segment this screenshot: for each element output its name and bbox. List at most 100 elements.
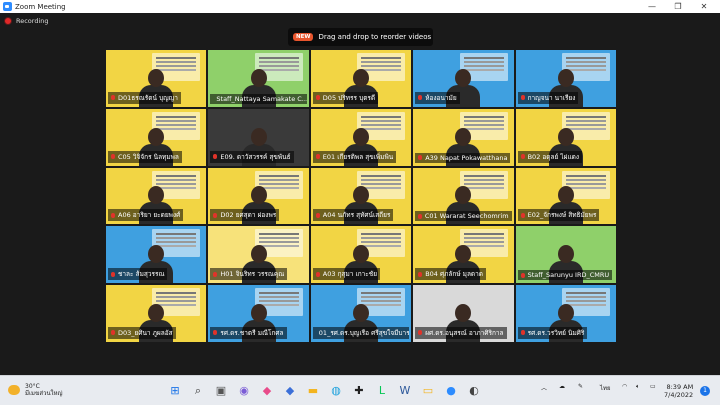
participant-tile[interactable]: D05 ปริทรร บุตรดี — [310, 50, 412, 107]
participant-name: D01ธรณรัตน์ บุญญา — [118, 93, 178, 102]
participant-name-label: A39 Napat Pokawatthana — [415, 152, 511, 163]
participant-name: ห้องอนามัย — [425, 93, 457, 102]
zoom-icon[interactable]: ● — [444, 384, 458, 398]
participant-tile[interactable]: ชาละ ส้มสุวรรณ — [106, 226, 207, 284]
participant-name-label: ผศ.ดร.อนุสรณ์ อาภาศิริกาล — [415, 326, 507, 339]
muted-mic-icon — [213, 271, 218, 277]
participant-name: E01 เกียรติพล สุขเพิ่มพิน — [322, 152, 394, 161]
participant-name: 01_รศ.ดร.บุญเรือ ศรีสุขใจมีบาร... — [318, 328, 410, 337]
windows-start-icon[interactable]: ⊞ — [168, 384, 182, 398]
participant-name: Staff_Sarunyu IRD_CMRU — [527, 271, 610, 280]
participant-name: รศ.ดร.วรวิทย์ นิมศิริ — [527, 328, 585, 337]
participant-name-label: A03 กุสุมา เกาะชัย — [312, 268, 381, 281]
participant-name-label: E01 เกียรติพล สุขเพิ่มพิน — [312, 150, 397, 163]
notification-badge[interactable]: 1 — [700, 386, 710, 396]
participant-tile[interactable]: B04 ศุภลักษ์ มุลดาด — [413, 226, 514, 284]
muted-mic-icon — [315, 212, 320, 218]
participant-name-label: D03_ยศินา ภูผลอัส — [108, 326, 176, 339]
participant-name: A06 อาริยา ยะดยพงศ์ — [118, 211, 181, 220]
search-icon[interactable]: ⌕ — [191, 384, 205, 398]
participant-name-label: รศ.ดร.วรวิทย์ นิมศิริ — [517, 326, 588, 339]
participant-tile[interactable]: ผศ.ดร.อนุสรณ์ อาภาศิริกาล — [413, 285, 514, 342]
participant-name-label: Staff_Sarunyu IRD_CMRU — [517, 270, 613, 281]
participant-name-label: 01_รศ.ดร.บุญเรือ ศรีสุขใจมีบาร... — [312, 326, 410, 339]
wifi-icon[interactable]: ◠ — [622, 383, 627, 390]
muted-mic-icon — [213, 330, 218, 336]
clock-time: 8:39 AM — [666, 383, 694, 391]
chat-icon[interactable]: ◉ — [237, 384, 251, 398]
battery-icon[interactable]: ▭ — [650, 383, 656, 390]
participant-name: ผศ.ดร.อนุสรณ์ อาภาศิริกาล — [425, 328, 504, 337]
participant-tile[interactable]: A06 อาริยา ยะดยพงศ์ — [106, 167, 207, 225]
app-icon-3[interactable]: ✚ — [352, 384, 366, 398]
line-icon[interactable]: L — [375, 384, 389, 398]
participant-tile[interactable]: D02 ยศสุดา ผ่องพร — [208, 167, 309, 225]
participant-tile[interactable]: C05 วิจิจักร นิลทุมพล — [106, 108, 207, 166]
participant-tile[interactable]: ห้องอนามัย — [413, 50, 514, 107]
muted-mic-icon — [213, 154, 218, 160]
participant-name: D02 ยศสุดา ผ่องพร — [220, 211, 277, 220]
participant-name-label: C05 วิจิจักร นิลทุมพล — [108, 150, 182, 163]
participant-name-label: B04 ศุภลักษ์ มุลดาด — [415, 268, 487, 281]
participant-tile[interactable]: E01 เกียรติพล สุขเพิ่มพิน — [310, 108, 412, 166]
close-icon[interactable]: ✕ — [692, 0, 716, 13]
participant-tile[interactable]: B02 อดุลย์ ไผ่แดง — [515, 108, 616, 166]
pen-icon[interactable]: ✎ — [578, 383, 583, 390]
taskbar: 30°C มีเมฆส่วนใหญ่ ⊞ ⌕ ▣ ◉ ◆ ◆ ▬ ◍ ✚ L W ▭ ● ◐ ︿ ☁ ✎ … — [0, 375, 720, 405]
speaker-icon[interactable]: 🔈︎ — [636, 383, 640, 391]
clock[interactable]: 8:39 AM 7/4/2022 — [664, 383, 693, 399]
app-icon-4[interactable]: ◐ — [467, 384, 481, 398]
app-icon-2[interactable]: ◆ — [283, 384, 297, 398]
participant-tile[interactable]: รศ.ดร.ชาตรี มณีโกศล — [208, 285, 309, 342]
folder-icon[interactable]: ▭ — [421, 384, 435, 398]
word-icon[interactable]: W — [398, 384, 412, 398]
muted-mic-icon — [315, 271, 320, 277]
muted-mic-icon — [111, 271, 115, 277]
participant-tile[interactable]: D03_ยศินา ภูผลอัส — [106, 285, 207, 342]
file-explorer-icon[interactable]: ▬ — [306, 384, 320, 398]
participant-tile[interactable]: Staff_Nattaya Samakate C... — [208, 50, 309, 107]
participant-tile[interactable]: Staff_Sarunyu IRD_CMRU — [515, 226, 616, 284]
record-icon — [4, 17, 12, 25]
participant-tile[interactable]: 01_รศ.ดร.บุญเรือ ศรีสุขใจมีบาร... — [310, 285, 412, 342]
participant-tile[interactable]: กาญจนา นาเรียง — [515, 50, 616, 107]
participant-tile[interactable]: A39 Napat Pokawatthana — [413, 108, 514, 166]
participant-tile[interactable]: รศ.ดร.วรวิทย์ นิมศิริ — [515, 285, 616, 342]
task-view-icon[interactable]: ▣ — [214, 384, 228, 398]
muted-mic-icon — [111, 95, 115, 101]
recording-indicator[interactable]: Recording — [4, 17, 49, 25]
minimize-icon[interactable]: — — [640, 0, 664, 13]
participant-name: E02_จักรพงษ์ สิทธิมัยพร — [527, 211, 597, 220]
language-indicator[interactable]: ไทย — [600, 383, 611, 393]
participant-name-label: D05 ปริทรร บุตรดี — [312, 91, 379, 104]
participant-tile[interactable]: H01 จินริทร วรรณคุณ — [208, 226, 309, 284]
reorder-banner: NEW Drag and drop to reorder videos — [288, 28, 433, 46]
muted-mic-icon — [520, 272, 525, 278]
participant-tile[interactable]: E02_จักรพงษ์ สิทธิมัยพร — [515, 167, 616, 225]
participant-name: B04 ศุภลักษ์ มุลดาด — [425, 270, 484, 279]
participant-name: E09. ดาวัสวรรค์ สุขพันธ์ — [220, 152, 291, 161]
participant-tile[interactable]: A04 นภัทร สุทัศน์เสถียร — [310, 167, 412, 225]
participant-tile[interactable]: D01ธรณรัตน์ บุญญา — [106, 50, 207, 107]
app-icon-1[interactable]: ◆ — [260, 384, 274, 398]
clock-date: 7/4/2022 — [664, 391, 694, 399]
maximize-icon[interactable]: ❐ — [666, 0, 690, 13]
participant-name: A03 กุสุมา เกาะชัย — [322, 270, 378, 279]
participant-tile[interactable]: E09. ดาวัสวรรค์ สุขพันธ์ — [208, 108, 309, 166]
recording-label: Recording — [16, 17, 49, 25]
chevron-up-icon[interactable]: ︿ — [541, 383, 547, 392]
participant-name: Staff_Nattaya Samakate C... — [216, 94, 307, 103]
window-title: Zoom Meeting — [15, 2, 66, 11]
participant-name-label: A04 นภัทร สุทัศน์เสถียร — [312, 209, 394, 222]
gallery-grid: D01ธรณรัตน์ บุญญา Staff_Nattaya Samakate … — [106, 50, 616, 342]
participant-name-label: Staff_Nattaya Samakate C... — [210, 93, 307, 104]
participant-name: C01 Wararat Seechomrim — [424, 212, 509, 221]
participant-tile[interactable]: C01 Wararat Seechomrim — [413, 167, 514, 225]
weather-temp: 30°C — [25, 383, 40, 390]
muted-mic-icon — [520, 330, 525, 336]
participant-tile[interactable]: A03 กุสุมา เกาะชัย — [310, 226, 412, 284]
participant-name-label: กาญจนา นาเรียง — [517, 91, 579, 104]
edge-icon[interactable]: ◍ — [329, 384, 343, 398]
cloud-icon[interactable]: ☁ — [559, 383, 565, 390]
weather-widget[interactable]: 30°C มีเมฆส่วนใหญ่ — [8, 383, 63, 397]
